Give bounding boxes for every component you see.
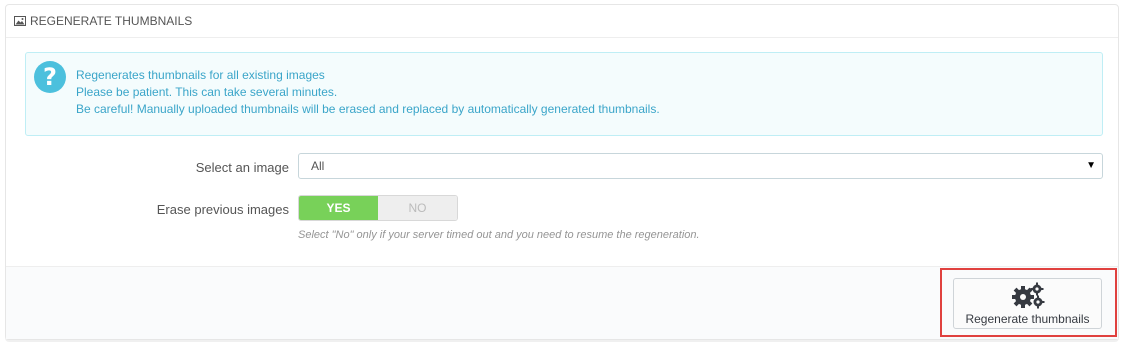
info-alert: ? Regenerates thumbnails for all existin…	[25, 52, 1103, 136]
alert-text: Regenerates thumbnails for all existing …	[76, 67, 660, 118]
gears-icon	[1011, 282, 1044, 309]
select-value: All	[311, 159, 325, 173]
toggle-yes-option[interactable]: YES	[299, 196, 378, 220]
erase-images-toggle[interactable]: YES NO	[298, 195, 458, 221]
regenerate-thumbnails-button[interactable]: Regenerate thumbnails	[953, 278, 1102, 329]
erase-images-label: Erase previous images	[156, 202, 289, 217]
help-text: Select "No" only if your server timed ou…	[298, 229, 700, 241]
select-image-label: Select an image	[195, 160, 289, 175]
question-icon: ?	[34, 61, 66, 93]
panel-title: REGENERATE THUMBNAILS	[30, 14, 193, 28]
toggle-no-option[interactable]: NO	[378, 196, 457, 220]
chevron-down-icon: ▼	[1086, 160, 1096, 171]
regenerate-button-label: Regenerate thumbnails	[965, 312, 1090, 326]
panel-heading: REGENERATE THUMBNAILS	[6, 5, 1118, 38]
image-icon	[14, 16, 26, 26]
alert-line: Please be patient. This can take several…	[76, 85, 338, 99]
image-type-select[interactable]: All ▼	[298, 153, 1103, 179]
alert-line: Be careful! Manually uploaded thumbnails…	[76, 102, 660, 116]
alert-line: Regenerates thumbnails for all existing …	[76, 68, 325, 82]
